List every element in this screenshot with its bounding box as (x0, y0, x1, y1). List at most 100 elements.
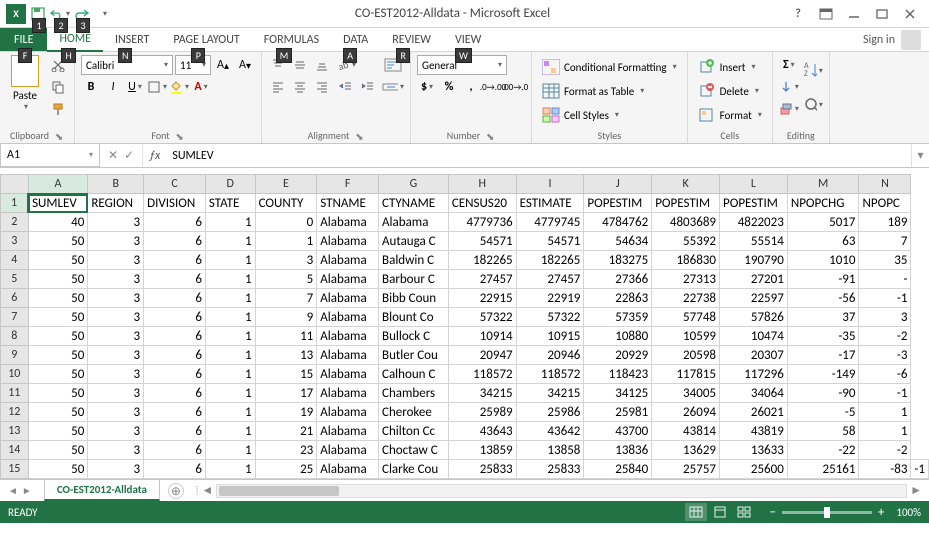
cell[interactable]: -91 (787, 270, 859, 289)
qat-customize[interactable]: ▾ (94, 4, 114, 24)
cell[interactable]: 20307 (720, 346, 788, 365)
cell[interactable]: 189 (859, 213, 911, 232)
autosum-button[interactable]: Σ▾ (779, 55, 799, 75)
cell[interactable]: 10474 (720, 327, 788, 346)
format-painter-button[interactable] (48, 99, 68, 119)
cell[interactable]: 3 (88, 365, 144, 384)
cell[interactable]: 5 (255, 270, 317, 289)
cell[interactable]: 7 (859, 232, 911, 251)
cell[interactable]: -2 (859, 327, 911, 346)
cell[interactable]: 10914 (448, 327, 516, 346)
view-tab[interactable]: VIEW W (443, 28, 493, 51)
cell[interactable]: 25 (255, 460, 317, 479)
cell[interactable]: 50 (28, 232, 88, 251)
cell[interactable]: 25981 (584, 403, 652, 422)
cell[interactable]: 6 (144, 365, 206, 384)
select-all-cell[interactable] (1, 175, 29, 194)
cell[interactable]: Chilton Cc (379, 422, 449, 441)
cell[interactable]: 50 (28, 441, 88, 460)
cell[interactable]: 182265 (448, 251, 516, 270)
column-header[interactable]: E (255, 175, 317, 194)
row-header[interactable]: 13 (1, 422, 29, 441)
column-header[interactable]: K (652, 175, 720, 194)
cell[interactable]: 54634 (584, 232, 652, 251)
cell[interactable]: 22919 (516, 289, 584, 308)
cell[interactable]: POPESTIM (720, 194, 788, 213)
cell[interactable]: 55392 (652, 232, 720, 251)
cell[interactable]: 34215 (516, 384, 584, 403)
cell[interactable]: 22863 (584, 289, 652, 308)
minimize-button[interactable] (841, 4, 867, 24)
cell[interactable]: 34125 (584, 384, 652, 403)
cell[interactable]: 13 (255, 346, 317, 365)
align-right-button[interactable] (312, 77, 332, 97)
cell[interactable]: Alabama (317, 365, 379, 384)
cell[interactable]: STNAME (317, 194, 379, 213)
column-header[interactable]: F (317, 175, 379, 194)
new-sheet-button[interactable]: ⊕ (168, 483, 184, 499)
cell[interactable]: 13859 (448, 441, 516, 460)
cell[interactable]: Alabama (317, 460, 379, 479)
formula-bar-expand[interactable]: ▾ (911, 144, 929, 167)
cell[interactable]: 23 (255, 441, 317, 460)
formulas-tab[interactable]: FORMULAS M (252, 28, 331, 51)
cell[interactable]: Alabama (317, 308, 379, 327)
cell[interactable]: -5 (787, 403, 859, 422)
fx-icon[interactable]: ƒx (143, 144, 166, 167)
align-middle-button[interactable] (290, 55, 310, 75)
cell[interactable]: SUMLEV (28, 194, 88, 213)
find-select-button[interactable]: ▾ (803, 89, 823, 121)
row-header[interactable]: 10 (1, 365, 29, 384)
column-header[interactable]: H (448, 175, 516, 194)
cell[interactable]: CENSUS20 (448, 194, 516, 213)
save-button[interactable]: 1 (28, 4, 48, 24)
cell[interactable]: 1 (205, 422, 255, 441)
cell[interactable]: 20598 (652, 346, 720, 365)
zoom-level[interactable]: 100% (896, 506, 921, 519)
cell[interactable]: 6 (144, 403, 206, 422)
cell[interactable]: -90 (787, 384, 859, 403)
cell[interactable]: 50 (28, 403, 88, 422)
cell[interactable]: 3 (255, 251, 317, 270)
cell[interactable]: 3 (88, 270, 144, 289)
cell[interactable]: STATE (205, 194, 255, 213)
row-header[interactable]: 5 (1, 270, 29, 289)
format-cells-button[interactable]: Format▾ (694, 103, 766, 127)
cell[interactable]: 6 (144, 384, 206, 403)
cell[interactable]: 57322 (448, 308, 516, 327)
delete-cells-button[interactable]: Delete▾ (694, 79, 766, 103)
increase-indent-button[interactable] (358, 77, 378, 97)
cell[interactable]: -22 (787, 441, 859, 460)
row-header[interactable]: 11 (1, 384, 29, 403)
sort-filter-button[interactable]: AZ▾ (803, 55, 823, 87)
cell[interactable]: 7 (255, 289, 317, 308)
cell[interactable]: 50 (28, 270, 88, 289)
cell[interactable]: 182265 (516, 251, 584, 270)
insert-tab[interactable]: INSERT N (103, 28, 161, 51)
cell[interactable]: 25989 (448, 403, 516, 422)
cell[interactable]: Autauga C (379, 232, 449, 251)
maximize-button[interactable] (869, 4, 895, 24)
row-header[interactable]: 8 (1, 327, 29, 346)
cell[interactable]: CTYNAME (379, 194, 449, 213)
cell[interactable]: -1 (911, 460, 929, 479)
cell[interactable]: Alabama (317, 346, 379, 365)
cell[interactable]: 4779745 (516, 213, 584, 232)
row-header[interactable]: 3 (1, 232, 29, 251)
cell[interactable]: 6 (144, 441, 206, 460)
cell[interactable]: 3 (88, 346, 144, 365)
ribbon-display-options[interactable] (813, 4, 839, 24)
cell[interactable]: Clarke Cou (379, 460, 449, 479)
cell[interactable]: 1 (205, 384, 255, 403)
cell[interactable]: 6 (144, 270, 206, 289)
format-as-table-button[interactable]: Format as Table▾ (538, 79, 681, 103)
cell[interactable]: 13858 (516, 441, 584, 460)
bold-button[interactable]: B (81, 77, 101, 97)
decrease-decimal-button[interactable]: .00→.0 (505, 77, 525, 97)
cell[interactable]: 3 (88, 422, 144, 441)
cell[interactable]: 55514 (720, 232, 788, 251)
cell[interactable]: 6 (144, 327, 206, 346)
column-header[interactable]: D (205, 175, 255, 194)
cell[interactable]: 43814 (652, 422, 720, 441)
cell[interactable]: REGION (88, 194, 144, 213)
